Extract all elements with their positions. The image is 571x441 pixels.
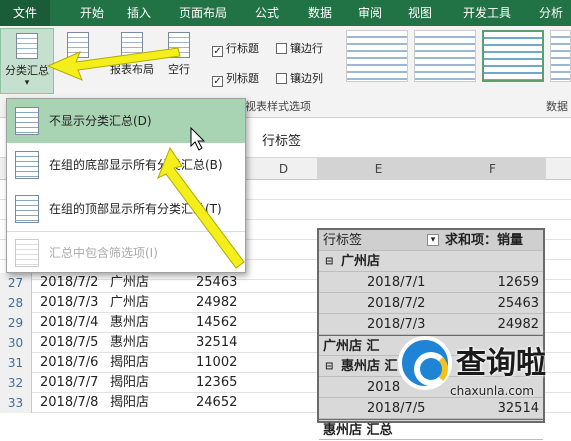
logo-icon <box>398 336 452 390</box>
watermark-url: chaxunla.com <box>450 384 534 398</box>
arrow-to-menu-item-icon <box>157 146 245 269</box>
watermark-title: 查询啦 <box>456 346 546 381</box>
mouse-cursor-icon <box>190 126 206 151</box>
arrow-to-subtotals-icon <box>46 47 181 81</box>
pivot-subtotal-label[interactable]: 惠州店 汇总 <box>323 420 393 441</box>
watermark-logo: 查询啦 chaxunla.com <box>398 330 568 410</box>
